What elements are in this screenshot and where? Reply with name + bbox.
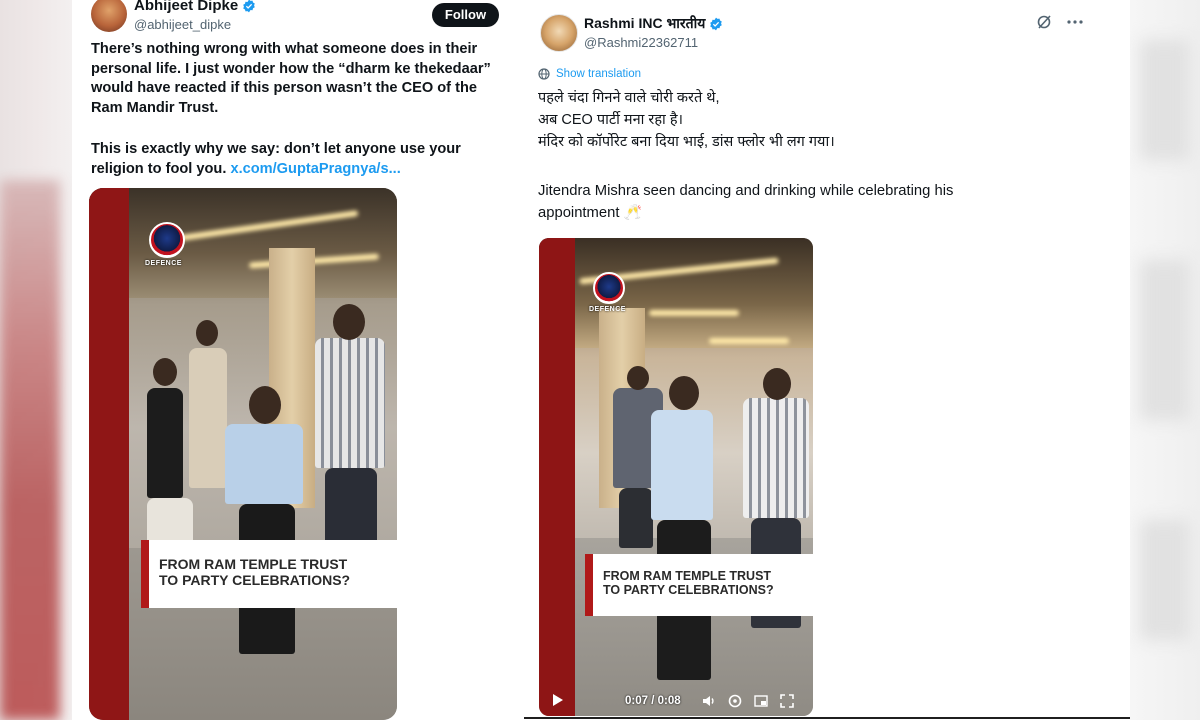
channel-logo bbox=[149, 222, 185, 258]
dancer-figure bbox=[315, 338, 385, 468]
volume-icon[interactable] bbox=[701, 693, 717, 709]
dancer-figure bbox=[743, 398, 809, 518]
dancer-head bbox=[196, 320, 218, 346]
channel-logo-text: DEFENCE bbox=[145, 260, 182, 267]
picture-in-picture-icon[interactable] bbox=[753, 693, 769, 709]
left-blurred-margin bbox=[0, 0, 72, 720]
video-caption: FROM RAM TEMPLE TRUST TO PARTY CELEBRATI… bbox=[585, 554, 813, 616]
dancer-figure bbox=[147, 388, 183, 498]
dancer-figure bbox=[325, 468, 377, 548]
video-red-sidebar bbox=[89, 188, 129, 720]
dancer-figure bbox=[189, 348, 227, 488]
video-caption: FROM RAM TEMPLE TRUST TO PARTY CELEBRATI… bbox=[141, 540, 397, 608]
tweet-video[interactable]: DEFENCE FROM RAM TEMPLE TRUST TO PARTY C… bbox=[539, 238, 813, 716]
collage-stage: Abhijeet Dipke @abhijeet_dipke Follow Th… bbox=[0, 0, 1200, 720]
video-time: 0:07 / 0:08 bbox=[625, 695, 681, 707]
video-caption-line: TO PARTY CELEBRATIONS? bbox=[159, 572, 351, 588]
avatar[interactable] bbox=[91, 0, 127, 32]
dancer-figure bbox=[651, 410, 713, 520]
tweet-link[interactable]: x.com/GuptaPragnya/s... bbox=[230, 161, 400, 177]
avatar[interactable] bbox=[540, 14, 578, 52]
blurred-red-band bbox=[0, 180, 60, 720]
ceiling-light bbox=[709, 338, 789, 344]
more-options-icon[interactable] bbox=[1066, 14, 1084, 30]
blurred-shape bbox=[1140, 260, 1190, 420]
dancer-head bbox=[249, 386, 281, 424]
dancer-head bbox=[763, 368, 791, 400]
dancer-head bbox=[669, 376, 699, 410]
dancer-head bbox=[333, 304, 365, 340]
author-name[interactable]: Rashmi INC भारतीय bbox=[584, 14, 705, 33]
author-name-row[interactable]: Rashmi INC भारतीय bbox=[584, 14, 723, 33]
grok-icon[interactable] bbox=[1036, 14, 1052, 30]
tweet-text-line: Jitendra Mishra seen dancing and drinkin… bbox=[538, 183, 954, 199]
show-translation-label[interactable]: Show translation bbox=[556, 68, 641, 80]
show-translation-link[interactable]: Show translation bbox=[538, 68, 641, 80]
tweet-hindi-line: पहले चंदा गिनने वाले चोरी करते थे, bbox=[538, 90, 720, 106]
author-handle[interactable]: @Rashmi22362711 bbox=[584, 35, 698, 50]
channel-logo bbox=[593, 272, 625, 304]
right-tweet-card: Rashmi INC भारतीय @Rashmi22362711 Show t… bbox=[510, 0, 1130, 720]
verified-badge-icon bbox=[243, 0, 255, 12]
verified-badge-icon bbox=[710, 17, 723, 30]
dancer-head bbox=[627, 366, 649, 390]
author-handle[interactable]: @abhijeet_dipke bbox=[134, 17, 231, 32]
play-icon[interactable] bbox=[553, 694, 563, 706]
settings-icon[interactable] bbox=[727, 693, 743, 709]
author-name-row[interactable]: Abhijeet Dipke bbox=[134, 0, 256, 14]
divider bbox=[524, 717, 1130, 719]
globe-icon bbox=[538, 68, 550, 80]
right-blurred-margin bbox=[1130, 0, 1200, 720]
tweet-text-line: appointment 🥂 bbox=[538, 205, 642, 221]
dancer-figure bbox=[225, 424, 303, 504]
blurred-shape bbox=[1140, 40, 1190, 160]
video-caption-line: FROM RAM TEMPLE TRUST bbox=[159, 556, 348, 572]
tweet-text-paragraph-2: This is exactly why we say: don’t let an… bbox=[91, 140, 511, 179]
tweet-hindi-line: अब CEO पार्टी मना रहा है। bbox=[538, 112, 684, 128]
tweet-hindi-line: मंदिर को कॉर्पोरेट बना दिया भाई, डांस फ्… bbox=[538, 134, 835, 150]
channel-logo-text: DEFENCE bbox=[589, 306, 626, 313]
tweet-video[interactable]: DEFENCE FROM RAM TEMPLE TRUST TO PARTY C… bbox=[89, 188, 397, 720]
video-ceiling bbox=[89, 188, 397, 298]
dancer-figure bbox=[619, 488, 653, 548]
left-tweet-card: Abhijeet Dipke @abhijeet_dipke Follow Th… bbox=[72, 0, 510, 720]
author-name[interactable]: Abhijeet Dipke bbox=[134, 0, 238, 14]
fullscreen-icon[interactable] bbox=[779, 693, 795, 709]
tweet-text-paragraph-1: There’s nothing wrong with what someone … bbox=[91, 41, 491, 116]
video-caption-line: FROM RAM TEMPLE TRUST bbox=[603, 569, 772, 583]
video-caption-line: TO PARTY CELEBRATIONS? bbox=[603, 583, 774, 597]
video-red-sidebar bbox=[539, 238, 575, 716]
ceiling-light bbox=[649, 310, 739, 316]
blurred-shape bbox=[1140, 520, 1190, 640]
tweet-header-actions bbox=[1036, 14, 1084, 30]
dancer-head bbox=[153, 358, 177, 386]
video-ceiling bbox=[539, 238, 813, 348]
follow-button[interactable]: Follow bbox=[432, 3, 499, 27]
